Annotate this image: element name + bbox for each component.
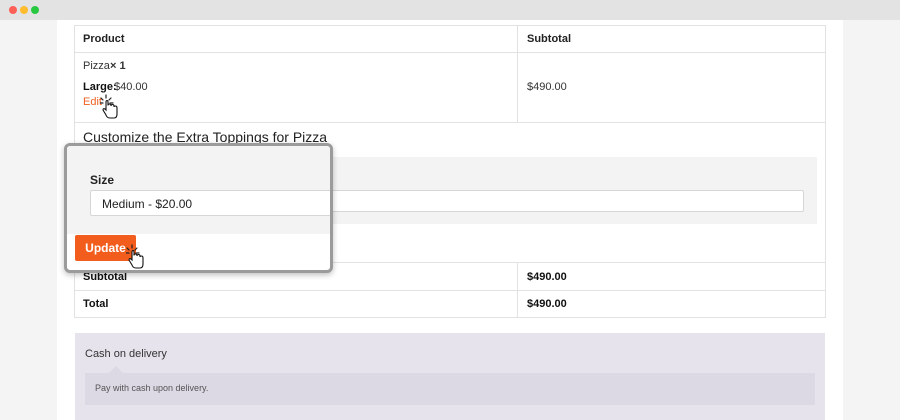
order-table-header [74,25,826,53]
subtotal-value: $490.00 [527,271,567,283]
payment-description-box: Pay with cash upon delivery. [85,366,815,405]
order-item-row [74,52,826,123]
column-divider [517,262,518,318]
item-quantity: × 1 [110,60,126,72]
hand-pointer-icon [126,244,144,269]
product-column-header: Product [83,33,125,45]
payment-method-label[interactable]: Cash on delivery [85,348,167,360]
hand-pointer-icon [100,94,118,119]
total-row [74,290,826,318]
minimize-window-dot[interactable] [20,6,28,14]
size-selected-value: Medium - $20.00 [102,197,193,211]
item-subtotal: $490.00 [527,81,567,93]
total-value: $490.00 [527,298,567,310]
payment-description: Pay with cash upon delivery. [95,383,209,393]
close-window-dot[interactable] [9,6,17,14]
item-variant-label: Large: [83,81,117,93]
size-label: Size [90,173,115,187]
item-name: Pizza [83,60,110,72]
browser-title-bar [0,0,900,20]
zoom-callout: Size Medium - $20.00 Update [64,143,333,273]
total-label: Total [83,298,109,310]
payment-methods: Cash on delivery Pay with cash upon deli… [75,333,825,420]
subtotal-column-header: Subtotal [527,33,571,45]
size-select-zoomed[interactable]: Medium - $20.00 [90,190,330,216]
item-variant-price: $40.00 [114,81,148,93]
maximize-window-dot[interactable] [31,6,39,14]
